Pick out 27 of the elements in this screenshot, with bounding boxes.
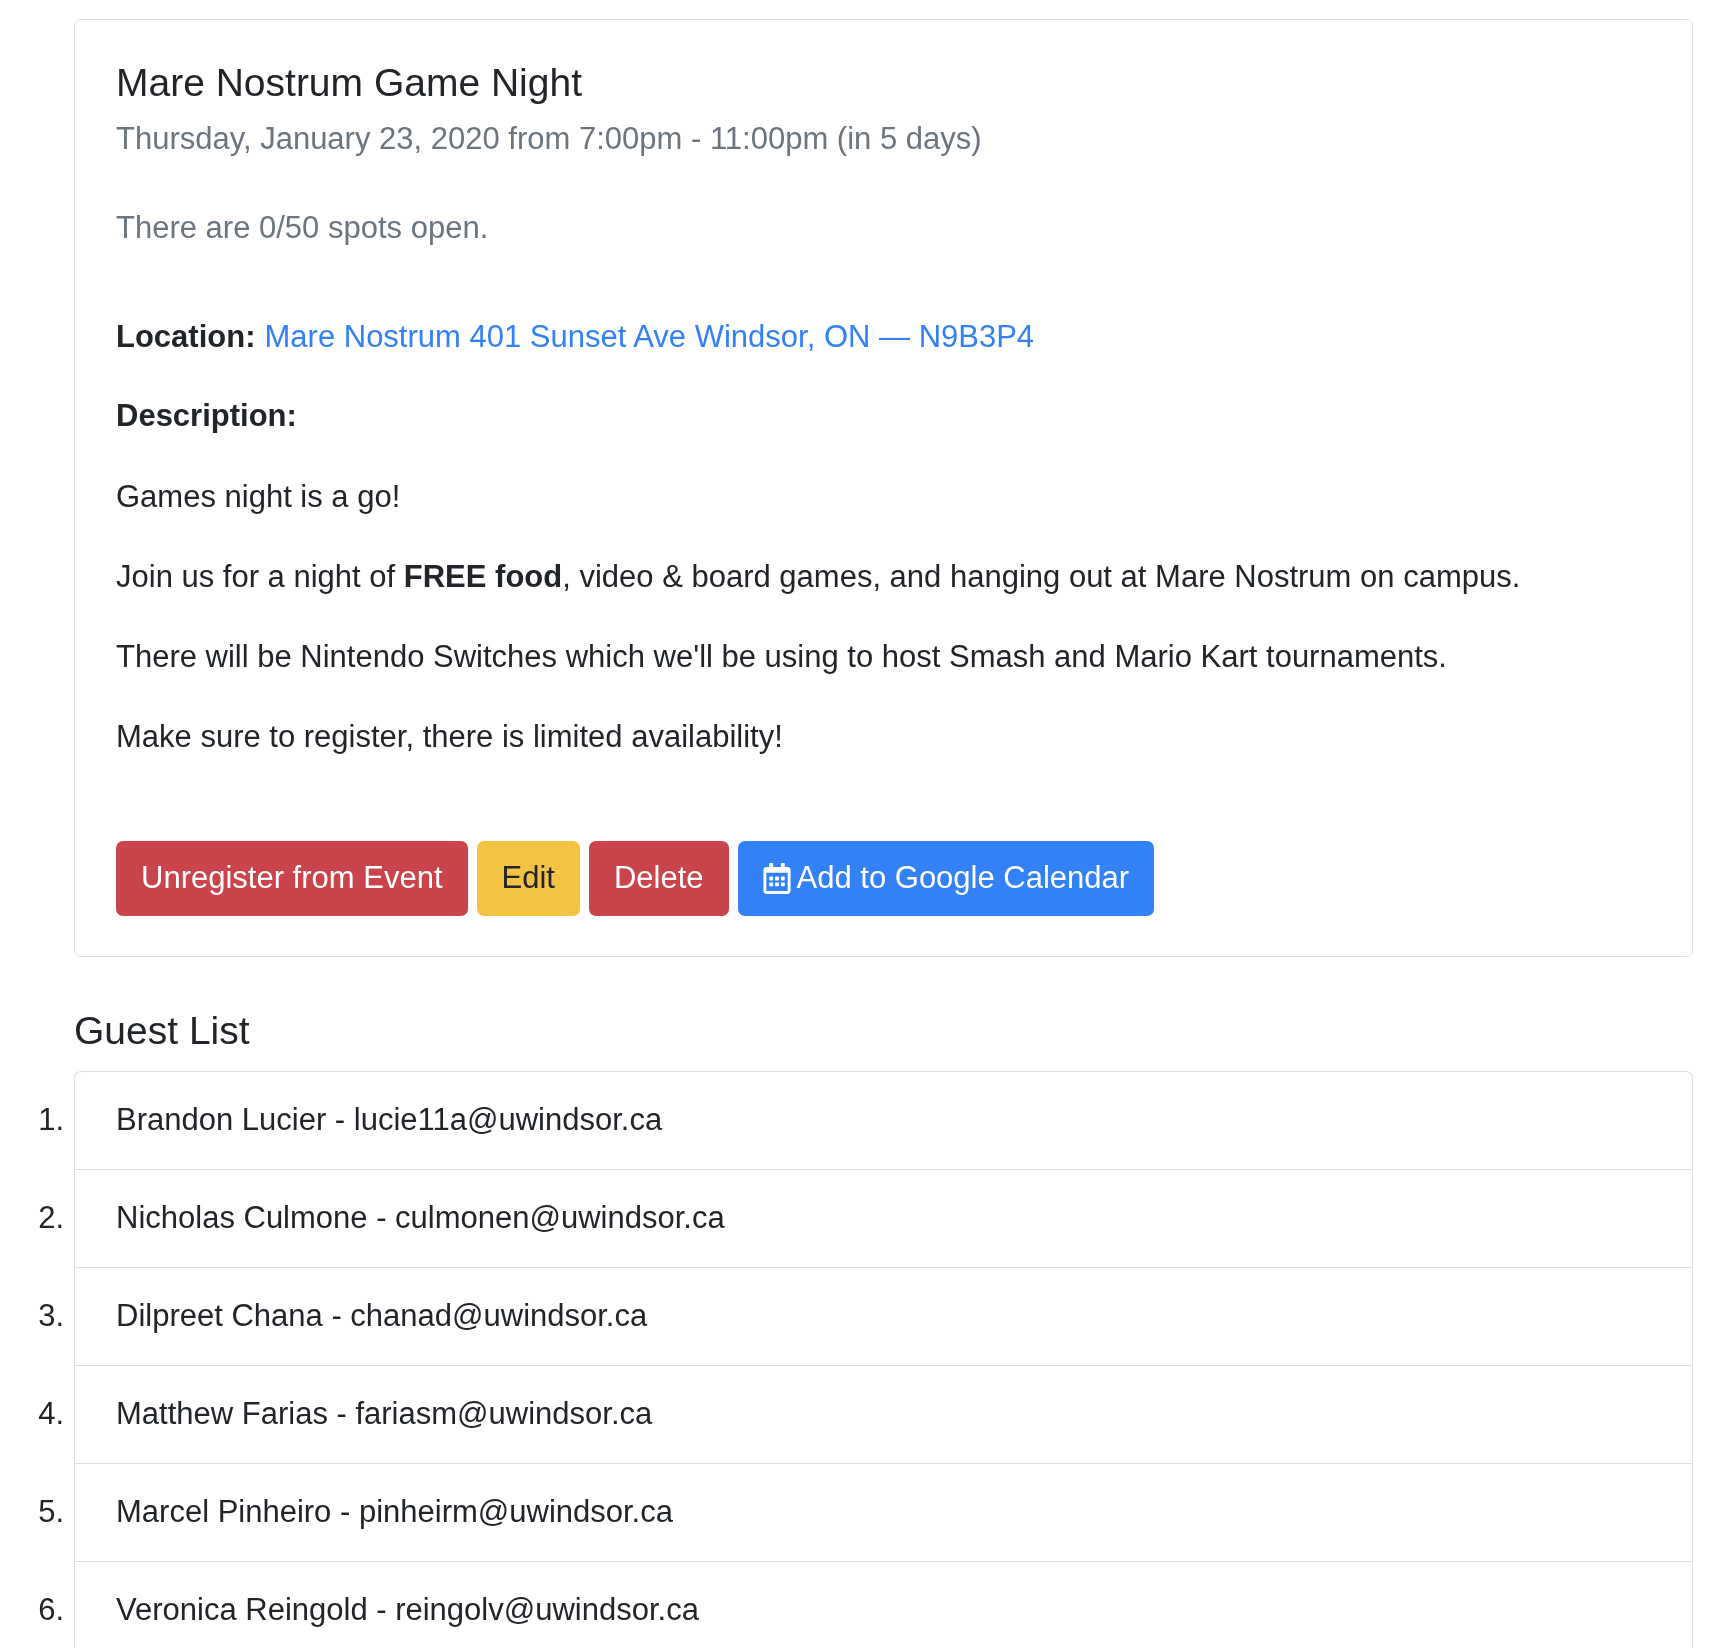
- action-button[interactable]: Unregister from Event: [116, 841, 468, 916]
- description-paragraph: Join us for a night of FREE food, video & board games, and hanging out at Mare Nostrum on campus.: [116, 558, 1522, 596]
- location-link[interactable]: Mare Nostrum 401 Sunset Ave Windsor, ON — N9B3P4: [264, 316, 1035, 358]
- list-number: 2.: [38, 1199, 64, 1237]
- location-label: Location:: [116, 318, 256, 356]
- description-label: Description:: [116, 397, 298, 435]
- list-number: 1.: [38, 1101, 64, 1139]
- list-number: 4.: [38, 1395, 64, 1433]
- spots-text: There are 0/50 spots open.: [116, 209, 490, 247]
- calendar-button[interactable]: Add to Google Calendar: [737, 841, 1155, 916]
- list-number: 3.: [38, 1297, 64, 1335]
- guest-row: Marcel Pinheiro - pinheirm@uwindsor.ca: [74, 1463, 1693, 1561]
- event-title: Mare Nostrum Game Night: [116, 62, 583, 104]
- guest-row: Veronica Reingold - reingolv@uwindsor.ca: [74, 1561, 1693, 1648]
- event-datetime: Thursday, January 23, 2020 from 7:00pm - 11:00pm (in 5 days): [116, 120, 983, 158]
- action-button[interactable]: Delete: [588, 841, 729, 916]
- description-paragraph: Make sure to register, there is limited availability!: [116, 718, 784, 756]
- action-button[interactable]: Edit: [476, 841, 580, 916]
- description-paragraph: There will be Nintendo Switches which we'll be using to host Smash and Mario Kart tournaments.: [116, 638, 1448, 676]
- list-number: 6.: [38, 1591, 64, 1629]
- list-number: 5.: [38, 1493, 64, 1531]
- description-paragraph: Games night is a go!: [116, 478, 402, 516]
- guest-row: Matthew Farias - fariasm@uwindsor.ca: [74, 1365, 1693, 1463]
- guest-row: Brandon Lucier - lucie11a@uwindsor.ca: [74, 1071, 1693, 1169]
- guest-list-title: Guest List: [74, 1010, 251, 1052]
- guest-row: Dilpreet Chana - chanad@uwindsor.ca: [74, 1267, 1693, 1365]
- guest-row: Nicholas Culmone - culmonen@uwindsor.ca: [74, 1169, 1693, 1267]
